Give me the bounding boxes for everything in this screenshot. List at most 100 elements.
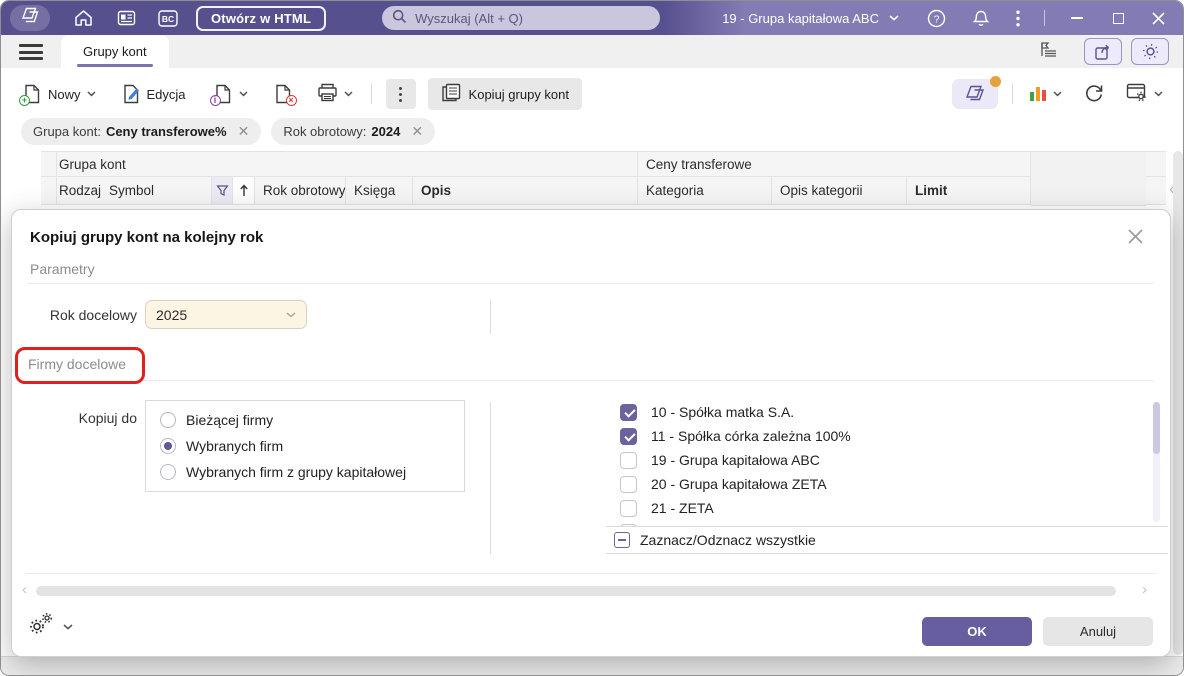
refresh-icon[interactable] xyxy=(1084,83,1104,106)
company-list-item[interactable]: 19 - Grupa kapitałowa ABC xyxy=(612,448,1160,472)
rok-docelowy-select[interactable]: 2025 xyxy=(145,300,307,329)
titlebar: BC Otwórz w HTML Wyszukaj (Alt + Q) 19 -… xyxy=(1,1,1183,35)
toolbar-divider xyxy=(370,84,372,104)
edit-button[interactable]: Edycja xyxy=(122,84,186,104)
filter-chip-rok-obrotowy[interactable]: Rok obrotowy: 2024 ✕ xyxy=(271,118,436,145)
grid-empty-column xyxy=(1031,151,1146,206)
print-button[interactable] xyxy=(317,83,353,105)
remove-filter-icon[interactable]: ✕ xyxy=(411,123,423,140)
news-icon[interactable] xyxy=(117,10,136,26)
hamburger-menu-icon[interactable] xyxy=(19,44,43,60)
dialog-settings-button[interactable] xyxy=(28,612,73,641)
radio-biezacej-firmy[interactable]: Bieżącej firmy xyxy=(160,412,450,428)
row-indicator-header xyxy=(41,152,57,176)
new-button[interactable]: + Nowy xyxy=(19,84,96,106)
remove-filter-icon[interactable]: ✕ xyxy=(238,123,250,140)
filter-funnel-icon[interactable] xyxy=(211,177,233,204)
maximize-button[interactable] xyxy=(1113,12,1124,24)
company-list-item[interactable]: 20 - Grupa kapitałowa ZETA xyxy=(612,472,1160,496)
checkbox-icon xyxy=(620,523,637,526)
rok-docelowy-label: Rok docelowy xyxy=(49,307,137,323)
window-settings-button[interactable] xyxy=(1126,83,1163,105)
company-label: 20 - Grupa kapitałowa ZETA xyxy=(651,476,827,492)
sort-ascending-icon[interactable] xyxy=(233,177,255,204)
tab-strip: Grupy kont xyxy=(1,35,1183,68)
footer-divider xyxy=(26,573,1156,574)
group-header-grupa-kont[interactable]: Grupa kont xyxy=(57,152,638,176)
theme-toggle-button[interactable] xyxy=(1131,38,1169,65)
company-switcher[interactable]: 19 - Grupa kapitałowa ABC xyxy=(722,11,899,26)
delete-document-button[interactable]: × xyxy=(274,84,297,106)
home-icon[interactable] xyxy=(74,9,93,27)
gears-icon xyxy=(28,612,54,641)
chevron-down-icon xyxy=(286,311,296,318)
filter-chip-grupa-kont[interactable]: Grupa kont: Ceny transferowe% ✕ xyxy=(21,118,262,145)
list-divider xyxy=(606,553,1168,554)
ok-button[interactable]: OK xyxy=(922,617,1032,646)
company-list-item[interactable]: 10 - Spółka matka S.A. xyxy=(612,400,1160,424)
chart-view-button[interactable] xyxy=(1029,84,1062,105)
company-list-viewport: 10 - Spółka matka S.A. 11 - Spółka córka… xyxy=(612,400,1160,526)
bc-icon[interactable]: BC xyxy=(158,9,178,27)
radio-wybranych-firm[interactable]: Wybranych firm xyxy=(160,438,450,454)
column-header-rodzaj[interactable]: Rodzaj xyxy=(57,177,107,204)
window-bottom-strip xyxy=(1,656,1183,675)
column-header-limit[interactable]: Limit xyxy=(907,177,1031,204)
select-all-label: Zaznacz/Odznacz wszystkie xyxy=(640,532,816,548)
search-input[interactable]: Wyszukaj (Alt + Q) xyxy=(382,6,661,30)
company-name: 19 - Grupa kapitałowa ABC xyxy=(722,10,879,26)
column-header-ksiega[interactable]: Księga xyxy=(346,177,413,204)
kebab-menu-icon[interactable] xyxy=(1016,10,1020,27)
checkbox-icon xyxy=(620,427,637,445)
cancel-button[interactable]: Anuluj xyxy=(1043,617,1153,646)
filter-chips: Grupa kont: Ceny transferowe% ✕ Rok obro… xyxy=(21,118,436,145)
indeterminate-checkbox-icon xyxy=(614,532,630,548)
radio-wybranych-firm-z-grupy[interactable]: Wybranych firm z grupy kapitałowej xyxy=(160,464,450,480)
tree-view-icon[interactable] xyxy=(1040,41,1059,62)
vertical-scrollbar[interactable] xyxy=(1173,151,1183,655)
help-icon[interactable]: ? xyxy=(927,9,946,28)
column-header-kategoria[interactable]: Kategoria xyxy=(638,177,772,204)
company-list-item[interactable]: 22 - ZETA xyxy=(612,520,1160,526)
checkbox-icon xyxy=(620,451,637,469)
tab-grupy-kont[interactable]: Grupy kont xyxy=(61,35,169,68)
company-list-item[interactable]: 21 - ZETA xyxy=(612,496,1160,520)
select-all-row[interactable]: Zaznacz/Odznacz wszystkie xyxy=(612,527,1160,553)
bell-icon[interactable] xyxy=(972,9,990,28)
group-header-ceny-transferowe[interactable]: Ceny transferowe xyxy=(638,152,1031,176)
minimize-button[interactable] xyxy=(1071,17,1083,19)
column-header-opis-kategorii[interactable]: Opis kategorii xyxy=(772,177,907,204)
copy-account-groups-label: Kopiuj grupy kont xyxy=(468,86,569,102)
column-header-symbol[interactable]: Symbol xyxy=(107,177,211,204)
column-header-rok-obrotowy[interactable]: Rok obrotowy xyxy=(255,177,346,204)
document-info-button[interactable]: i xyxy=(209,84,248,106)
section-parametry: Parametry xyxy=(30,261,101,277)
scroll-left-icon[interactable]: ‹ xyxy=(22,581,27,598)
open-in-html-button[interactable]: Otwórz w HTML xyxy=(196,5,327,31)
checkbox-icon xyxy=(620,403,637,421)
scroll-right-icon[interactable]: › xyxy=(1142,581,1147,598)
more-actions-button[interactable] xyxy=(385,79,416,109)
dialog-close-icon[interactable] xyxy=(1127,228,1144,250)
column-header-opis[interactable]: Opis xyxy=(413,177,638,204)
radio-label: Wybranych firm xyxy=(186,438,284,454)
form-divider xyxy=(490,402,491,554)
copy-account-groups-dialog: Kopiuj grupy kont na kolejny rok Paramet… xyxy=(11,209,1171,657)
rok-docelowy-value: 2025 xyxy=(156,306,188,323)
radio-label: Bieżącej firmy xyxy=(186,412,274,428)
share-button[interactable] xyxy=(1084,38,1122,65)
company-list-item[interactable]: 11 - Spółka córka zależna 100% xyxy=(612,424,1160,448)
close-window-button[interactable] xyxy=(1152,11,1165,25)
company-label: 21 - ZETA xyxy=(651,500,714,516)
company-label: 10 - Spółka matka S.A. xyxy=(651,404,795,420)
filter-value: 2024 xyxy=(371,124,401,139)
app-logo-button[interactable] xyxy=(10,5,50,31)
document-info-icon: i xyxy=(209,84,233,106)
radio-label: Wybranych firm z grupy kapitałowej xyxy=(186,464,407,480)
dialog-title: Kopiuj grupy kont na kolejny rok xyxy=(30,229,264,246)
horizontal-scrollbar[interactable] xyxy=(36,586,1116,596)
copy-account-groups-button[interactable]: Kopiuj grupy kont xyxy=(427,78,582,110)
list-scrollbar[interactable] xyxy=(1153,402,1160,522)
delete-document-icon: × xyxy=(274,84,297,106)
context-layers-button[interactable] xyxy=(952,76,1001,109)
